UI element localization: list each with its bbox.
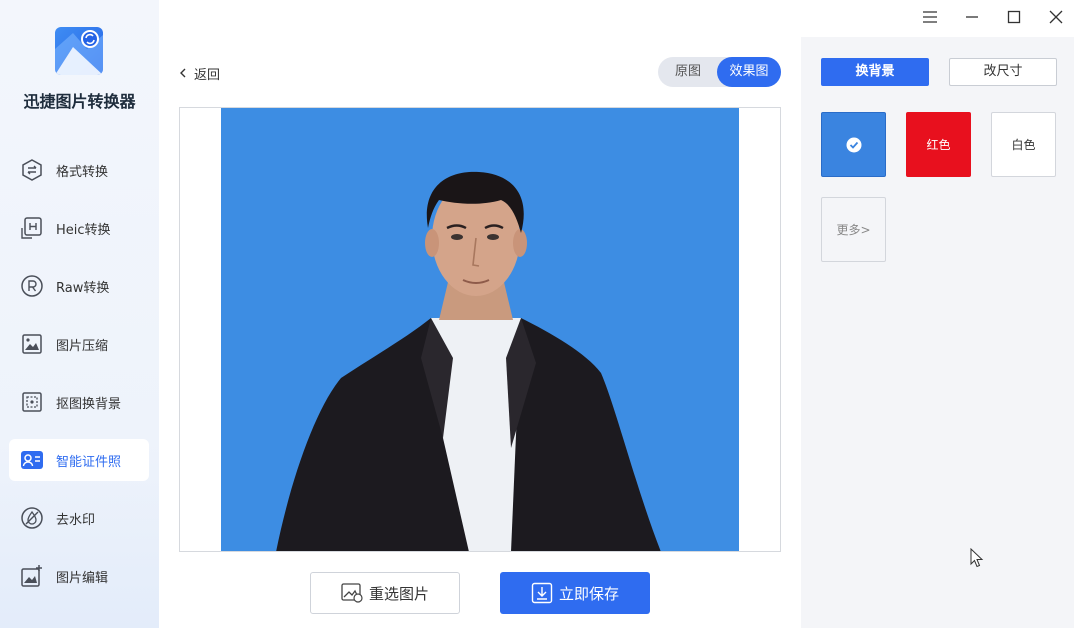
swatch-red[interactable]: 红色 bbox=[906, 112, 971, 177]
image-compress-icon bbox=[22, 334, 42, 354]
swatch-white[interactable]: 白色 bbox=[991, 112, 1056, 177]
more-colors-button[interactable]: 更多> bbox=[821, 197, 886, 262]
app-title: 迅捷图片转换器 bbox=[23, 92, 136, 111]
mouse-cursor-icon bbox=[970, 548, 984, 568]
check-icon bbox=[846, 137, 861, 152]
raw-icon bbox=[21, 275, 43, 297]
swatch-blue[interactable] bbox=[821, 112, 886, 177]
back-button[interactable]: 返回 bbox=[178, 63, 220, 83]
id-photo-image bbox=[221, 108, 739, 551]
format-convert-icon bbox=[22, 159, 42, 181]
sidebar-item-format-convert[interactable]: 格式转换 bbox=[9, 149, 149, 191]
view-toggle: 原图 效果图 bbox=[658, 57, 781, 87]
back-label: 返回 bbox=[194, 67, 221, 83]
menu-icon[interactable] bbox=[919, 6, 941, 28]
tab-change-background[interactable]: 换背景 bbox=[821, 58, 929, 86]
image-edit-icon bbox=[21, 565, 42, 587]
sidebar-item-label: 抠图换背景 bbox=[56, 396, 122, 412]
sidebar-item-image-edit[interactable]: 图片编辑 bbox=[9, 555, 149, 597]
download-icon bbox=[531, 582, 553, 604]
sidebar-item-cutout[interactable]: 抠图换背景 bbox=[9, 381, 149, 423]
sidebar-item-heic[interactable]: Heic转换 bbox=[9, 207, 149, 249]
tab-change-size[interactable]: 改尺寸 bbox=[949, 58, 1057, 86]
sidebar-item-id-photo[interactable]: 智能证件照 bbox=[9, 439, 149, 481]
sidebar-item-watermark[interactable]: 去水印 bbox=[9, 497, 149, 539]
reselect-label: 重选图片 bbox=[368, 584, 429, 603]
close-icon[interactable] bbox=[1045, 6, 1067, 28]
sidebar-item-label: 图片编辑 bbox=[56, 570, 109, 586]
sidebar-item-label: Heic转换 bbox=[56, 222, 111, 238]
sidebar-item-label: 图片压缩 bbox=[56, 338, 109, 354]
sidebar-item-label: Raw转换 bbox=[56, 280, 110, 296]
preview-canvas bbox=[179, 107, 781, 552]
sidebar-item-label: 格式转换 bbox=[56, 164, 109, 180]
app-logo bbox=[55, 27, 103, 75]
cutout-icon bbox=[22, 392, 42, 412]
sidebar-item-image-compress[interactable]: 图片压缩 bbox=[9, 323, 149, 365]
sidebar: 迅捷图片转换器 格式转换 Heic转换 Raw转换 图片压缩 抠图换背景 智能证… bbox=[0, 0, 159, 628]
toggle-original[interactable]: 原图 bbox=[658, 57, 718, 87]
save-label: 立即保存 bbox=[558, 584, 619, 603]
image-icon bbox=[341, 583, 363, 603]
reselect-image-button[interactable]: 重选图片 bbox=[310, 572, 460, 614]
sidebar-item-label: 智能证件照 bbox=[56, 454, 122, 470]
maximize-icon[interactable] bbox=[1003, 6, 1025, 28]
sidebar-item-label: 去水印 bbox=[56, 512, 96, 528]
toggle-effect[interactable]: 效果图 bbox=[717, 57, 781, 87]
sidebar-item-raw[interactable]: Raw转换 bbox=[9, 265, 149, 307]
watermark-icon bbox=[21, 507, 43, 529]
save-now-button[interactable]: 立即保存 bbox=[500, 572, 650, 614]
heic-icon bbox=[21, 217, 42, 239]
id-photo-icon bbox=[21, 451, 43, 469]
chevron-left-icon bbox=[180, 68, 186, 78]
minimize-icon[interactable] bbox=[961, 6, 983, 28]
